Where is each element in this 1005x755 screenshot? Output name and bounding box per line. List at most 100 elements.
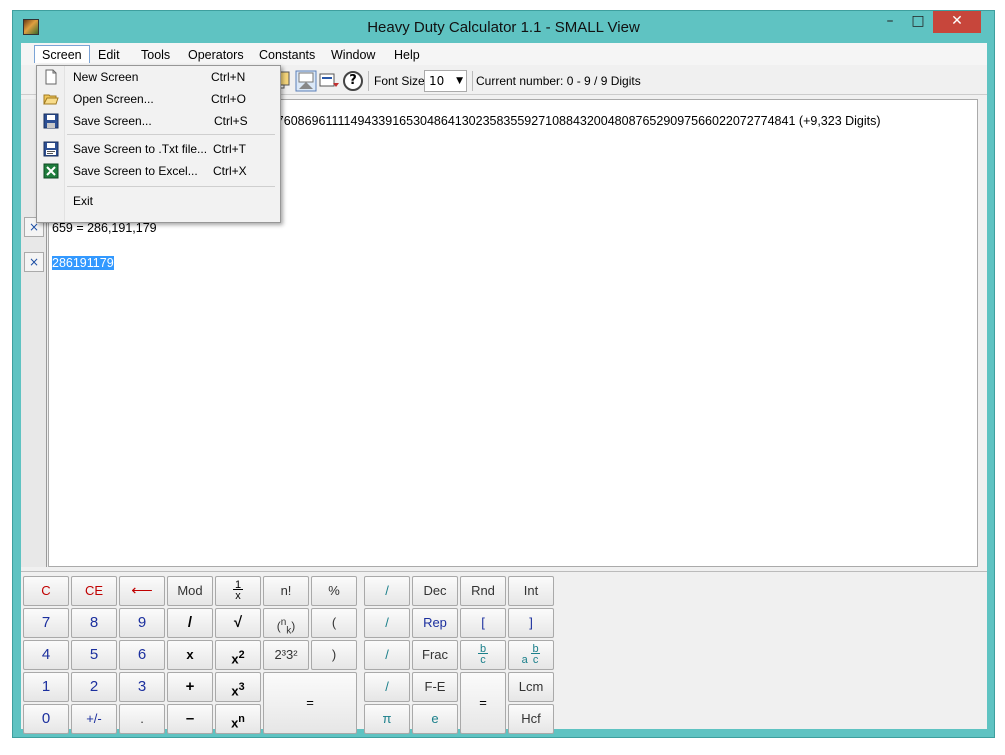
open-bracket-button[interactable]: [ xyxy=(460,608,506,638)
open-folder-icon xyxy=(43,94,59,105)
mixed-whole: a xyxy=(521,653,528,666)
close-button[interactable]: ✕ xyxy=(933,11,981,33)
menu-help[interactable]: Help xyxy=(387,46,427,64)
menu-item-save-excel[interactable]: Save Screen to Excel... Ctrl+X xyxy=(37,160,280,182)
new-document-icon xyxy=(45,69,57,85)
maximize-button[interactable]: □ xyxy=(905,11,931,33)
digit-2-button[interactable]: 2 xyxy=(71,672,117,702)
menu-constants[interactable]: Constants xyxy=(252,46,322,64)
clear-entry-button[interactable]: CE xyxy=(71,576,117,606)
font-size-select[interactable]: 10 ▼ xyxy=(424,70,467,92)
square-button[interactable]: x2 xyxy=(215,640,261,670)
digit-1-button[interactable]: 1 xyxy=(23,672,69,702)
backspace-button[interactable]: ⟵ xyxy=(119,576,165,606)
frac-button[interactable]: Frac xyxy=(412,640,458,670)
close-bracket-button[interactable]: ] xyxy=(508,608,554,638)
delete-line-button[interactable]: × xyxy=(24,252,44,272)
mod-button[interactable]: Mod xyxy=(167,576,213,606)
fraction-equals-button[interactable]: = xyxy=(460,672,506,734)
client-area: Screen Edit Tools Operators Constants Wi… xyxy=(21,43,987,734)
menu-screen[interactable]: Screen xyxy=(34,45,90,63)
digit-6-button[interactable]: 6 xyxy=(119,640,165,670)
menu-item-shortcut: Ctrl+X xyxy=(213,164,247,178)
expression-line: 659 = 286,191,179 xyxy=(52,221,157,235)
close-paren-button[interactable]: ) xyxy=(311,640,357,670)
digit-9-button[interactable]: 9 xyxy=(119,608,165,638)
digit-7-button[interactable]: 7 xyxy=(23,608,69,638)
menu-item-label: Save Screen... xyxy=(73,114,152,128)
clear-button[interactable]: C xyxy=(23,576,69,606)
menu-item-label: Save Screen to .Txt file... xyxy=(73,142,208,156)
menu-edit[interactable]: Edit xyxy=(91,46,127,64)
decimal-point-button[interactable]: . xyxy=(119,704,165,734)
font-size-value: 10 xyxy=(429,74,445,88)
cube-base: x xyxy=(231,683,239,699)
reciprocal-button[interactable]: 1 x xyxy=(215,576,261,606)
menu-window[interactable]: Window xyxy=(324,46,382,64)
factorial-button[interactable]: n! xyxy=(263,576,309,606)
result-line: 3084760869611114943391653048641302358355… xyxy=(249,114,881,128)
menu-item-save-screen[interactable]: Save Screen... Ctrl+S xyxy=(37,110,280,132)
help-icon[interactable]: ? xyxy=(343,71,363,91)
minimize-button[interactable]: – xyxy=(877,11,903,33)
combination-button[interactable]: (nk) xyxy=(263,608,309,638)
dec-button[interactable]: Dec xyxy=(412,576,458,606)
digit-3-button[interactable]: 3 xyxy=(119,672,165,702)
digit-5-button[interactable]: 5 xyxy=(71,640,117,670)
digit-0-button[interactable]: 0 xyxy=(23,704,69,734)
digit-8-button[interactable]: 8 xyxy=(71,608,117,638)
result-digits: 3084760869611114943391653048641302358355… xyxy=(249,114,796,128)
multiply-button[interactable]: x xyxy=(167,640,213,670)
plus-button[interactable]: + xyxy=(167,672,213,702)
menu-item-label: Save Screen to Excel... xyxy=(73,164,198,178)
menu-bar: Screen Edit Tools Operators Constants Wi… xyxy=(21,43,987,65)
menu-item-shortcut: Ctrl+N xyxy=(211,70,246,84)
negate-button[interactable]: +/- xyxy=(71,704,117,734)
selected-number[interactable]: 286191179 xyxy=(52,256,114,270)
power-exp: n xyxy=(238,713,245,725)
minus-button[interactable]: – xyxy=(167,704,213,734)
slash-button[interactable]: / xyxy=(364,576,410,606)
app-window: Heavy Duty Calculator 1.1 - SMALL View –… xyxy=(12,10,995,738)
image-icon[interactable] xyxy=(295,70,317,92)
open-paren-button[interactable]: ( xyxy=(311,608,357,638)
pi-button[interactable]: π xyxy=(364,704,410,734)
menu-item-shortcut: Ctrl+S xyxy=(214,114,248,128)
title-bar[interactable]: Heavy Duty Calculator 1.1 - SMALL View –… xyxy=(13,11,994,43)
power-n-button[interactable]: xn xyxy=(215,704,261,734)
int-button[interactable]: Int xyxy=(508,576,554,606)
slash-button[interactable]: / xyxy=(364,672,410,702)
rnd-button[interactable]: Rnd xyxy=(460,576,506,606)
slash-button[interactable]: / xyxy=(364,608,410,638)
menu-item-label: New Screen xyxy=(73,70,139,84)
menu-separator xyxy=(67,186,275,187)
fe-button[interactable]: F-E xyxy=(412,672,458,702)
power-series-button[interactable]: 2³3² xyxy=(263,640,309,670)
input-line[interactable]: 286191179 xyxy=(52,256,114,270)
menu-item-shortcut: Ctrl+O xyxy=(211,92,247,106)
fraction-b-c-button[interactable]: b c xyxy=(460,640,506,670)
menu-item-new-screen[interactable]: New Screen Ctrl+N xyxy=(37,66,280,88)
percent-button[interactable]: % xyxy=(311,576,357,606)
digit-4-button[interactable]: 4 xyxy=(23,640,69,670)
menu-tools[interactable]: Tools xyxy=(134,46,177,64)
menu-item-save-txt[interactable]: Save Screen to .Txt file... Ctrl+T xyxy=(37,138,280,160)
screen-menu-dropdown: New Screen Ctrl+N Open Screen... Ctrl+O … xyxy=(36,65,281,223)
sqrt-button[interactable]: √ xyxy=(215,608,261,638)
toolbar-separator xyxy=(472,71,473,91)
hcf-button[interactable]: Hcf xyxy=(508,704,554,734)
menu-item-open-screen[interactable]: Open Screen... Ctrl+O xyxy=(37,88,280,110)
rep-button[interactable]: Rep xyxy=(412,608,458,638)
equals-button[interactable]: = xyxy=(263,672,357,734)
mixed-fraction-button[interactable]: a bc xyxy=(508,640,554,670)
menu-operators[interactable]: Operators xyxy=(181,46,251,64)
export-icon[interactable] xyxy=(318,70,340,92)
divide-button[interactable]: / xyxy=(167,608,213,638)
e-button[interactable]: e xyxy=(412,704,458,734)
square-base: x xyxy=(231,651,239,667)
cube-button[interactable]: x3 xyxy=(215,672,261,702)
lcm-button[interactable]: Lcm xyxy=(508,672,554,702)
slash-button[interactable]: / xyxy=(364,640,410,670)
comb-k: k xyxy=(286,625,292,637)
menu-item-exit[interactable]: Exit xyxy=(37,190,280,212)
